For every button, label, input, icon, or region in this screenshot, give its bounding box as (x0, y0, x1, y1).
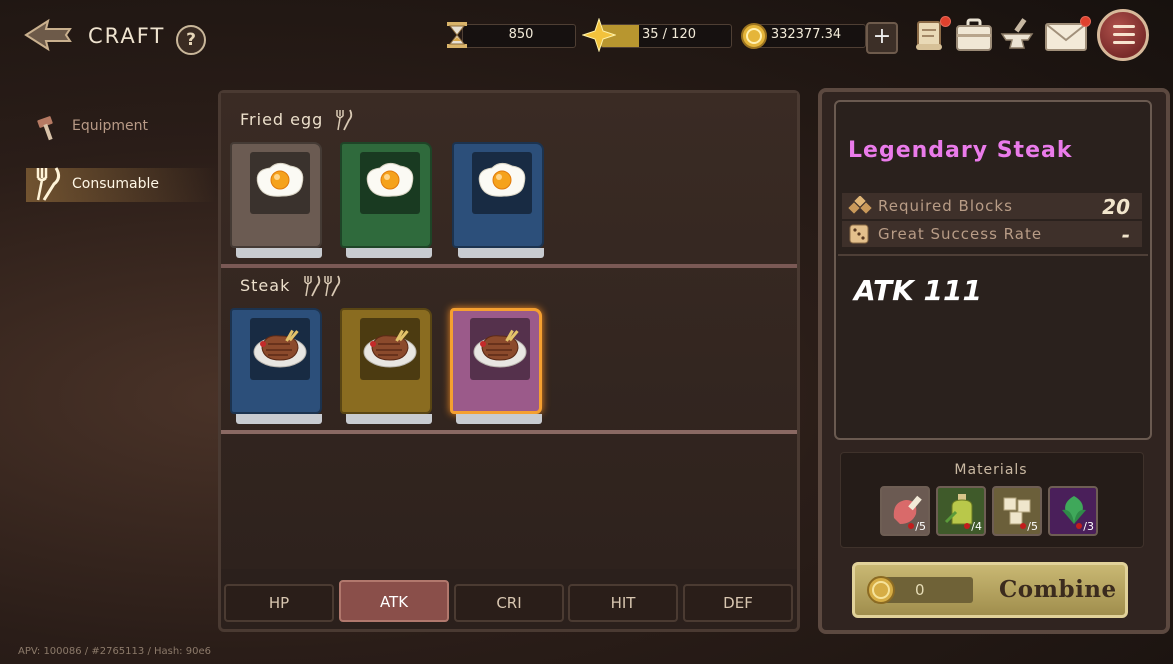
item-name: Legendary Steak (848, 138, 1073, 163)
notification-dot (1080, 16, 1091, 27)
gold-resource: 332377.34 (740, 23, 866, 49)
gold-coin-icon (867, 576, 895, 604)
missing-dot (1076, 523, 1082, 529)
material-slot[interactable]: /4 (936, 486, 986, 536)
missing-dot (964, 523, 970, 529)
star-icon (582, 18, 616, 52)
great-success-label: Great Success Rate (878, 225, 1043, 243)
required-blocks-label: Required Blocks (878, 197, 1013, 215)
forge-button[interactable] (998, 14, 1038, 54)
recipe-book-steak-legendary[interactable] (450, 308, 546, 424)
quest-scroll-button[interactable] (910, 14, 951, 54)
material-count: /3 (1083, 520, 1094, 533)
recipe-book-fried-egg-rare[interactable] (452, 142, 548, 258)
steak-icon (473, 329, 527, 368)
blocks-icon (848, 196, 872, 214)
hourglass-value: 850 (508, 27, 534, 42)
recipe-book-steak-epic[interactable] (340, 308, 436, 424)
item-effect: ATK 111 (854, 274, 982, 307)
hourglass-icon (447, 22, 467, 48)
material-count: /5 (915, 520, 926, 533)
energy-resource: 35 / 120 (582, 18, 734, 52)
fried-egg-icon (478, 162, 526, 197)
tab-hit[interactable]: HIT (568, 584, 678, 622)
nav-equipment[interactable]: Equipment (26, 112, 186, 142)
section-title-steak: Steak (240, 276, 291, 295)
material-count: /4 (971, 520, 982, 533)
fried-egg-icon (366, 162, 414, 197)
steak-icon (363, 329, 417, 368)
help-button[interactable]: ? (176, 25, 206, 55)
missing-dot (908, 523, 914, 529)
gold-coin-icon (741, 23, 767, 49)
fried-egg-icon (256, 162, 304, 197)
divider (838, 254, 1148, 256)
energy-value: 35 / 120 (642, 27, 696, 42)
tab-cri[interactable]: CRI (454, 584, 564, 622)
briefcase-icon (956, 18, 992, 51)
back-arrow-icon (24, 18, 72, 52)
hammer-icon (37, 116, 53, 141)
material-slot[interactable]: /5 (880, 486, 930, 536)
required-blocks-value: 20 (1102, 195, 1130, 219)
shelf-divider (221, 430, 797, 434)
shelf-divider (221, 264, 797, 268)
nav-consumable-label: Consumable (72, 176, 159, 192)
fork-knife-icon (36, 167, 61, 201)
fork-knife-icon (336, 109, 353, 131)
materials-title: Materials (954, 462, 1028, 478)
material-slot[interactable]: /3 (1048, 486, 1098, 536)
menu-button[interactable] (1097, 9, 1149, 61)
missing-dot (1020, 523, 1026, 529)
recipe-book-fried-egg-uncommon[interactable] (340, 142, 436, 258)
gold-value: 332377.34 (770, 27, 842, 42)
combine-cost: 0 (915, 581, 925, 599)
inventory-button[interactable] (954, 14, 994, 54)
notification-dot (940, 16, 951, 27)
great-success-value: - (1121, 223, 1130, 247)
hourglass-resource: 850 (444, 22, 578, 48)
recipe-book-fried-egg-common[interactable] (230, 142, 326, 258)
build-info: APV: 100086 / #2765113 / Hash: 90e6 (18, 646, 211, 657)
steak-icon (253, 329, 307, 368)
add-gold-button[interactable]: + (866, 22, 898, 54)
required-blocks-row: Required Blocks 20 (842, 193, 1142, 219)
tab-def[interactable]: DEF (683, 584, 793, 622)
tab-hp[interactable]: HP (224, 584, 334, 622)
recipe-book-steak-rare[interactable] (230, 308, 326, 424)
mail-button[interactable] (1044, 14, 1091, 54)
material-slot[interactable]: /5 (992, 486, 1042, 536)
anvil-icon (1000, 18, 1034, 49)
section-title-fried-egg: Fried egg (240, 110, 324, 129)
combine-label: Combine (999, 576, 1117, 603)
tab-atk[interactable]: ATK (339, 580, 449, 622)
dice-icon (849, 224, 869, 244)
nav-equipment-label: Equipment (72, 118, 148, 134)
nav-consumable[interactable]: Consumable (26, 167, 216, 202)
double-fork-knife-icon (304, 275, 341, 297)
combine-button[interactable]: 0 Combine (852, 562, 1128, 618)
page-title: CRAFT (88, 24, 166, 48)
back-button[interactable] (22, 15, 74, 55)
great-success-row: Great Success Rate - (842, 221, 1142, 247)
material-count: /5 (1027, 520, 1038, 533)
